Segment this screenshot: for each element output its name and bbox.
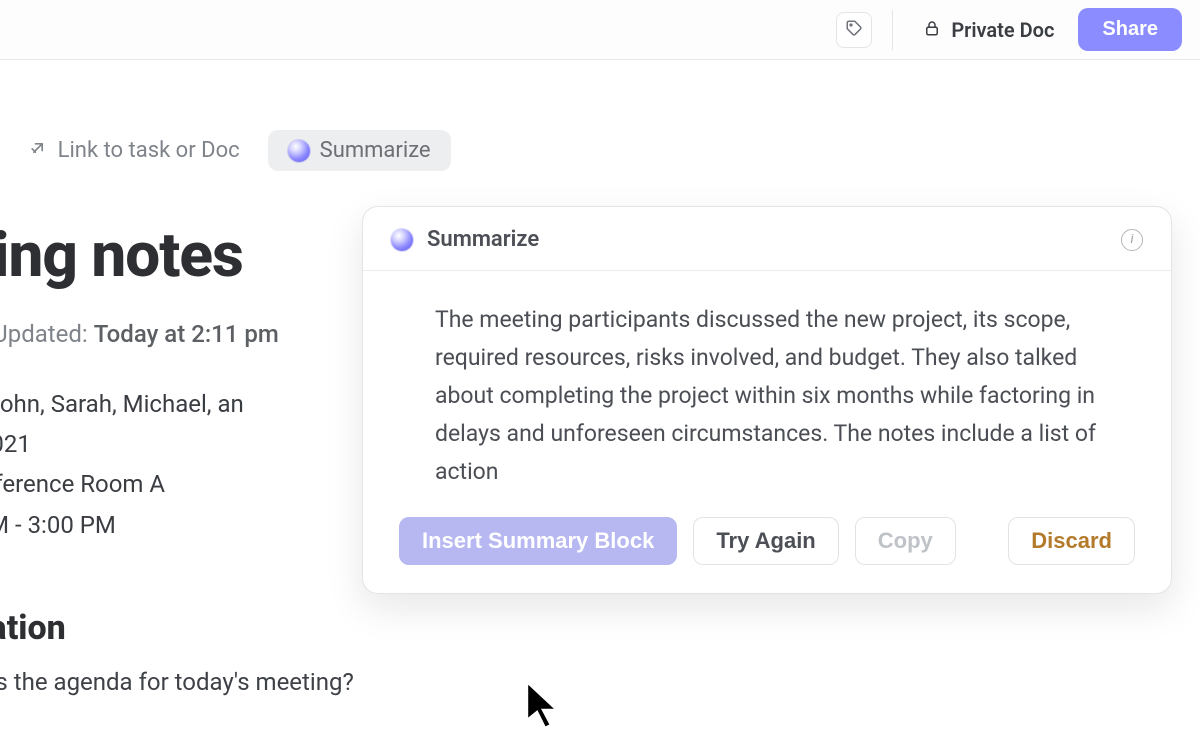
last-updated-prefix: Last Updated: [0, 320, 88, 348]
summarize-popover: Summarize i The meeting participants dis… [362, 206, 1172, 594]
tag-icon [845, 19, 863, 40]
lock-icon [923, 18, 941, 42]
privacy-label: Private Doc [951, 18, 1054, 42]
topbar: Private Doc Share [0, 0, 1200, 60]
conversation-line: what's the agenda for today's meeting? [0, 668, 1200, 696]
popover-actions: Insert Summary Block Try Again Copy Disc… [363, 517, 1171, 593]
popover-body: The meeting participants discussed the n… [363, 271, 1171, 517]
last-updated-value: Today at 2:11 pm [94, 320, 279, 348]
insert-summary-button[interactable]: Insert Summary Block [399, 517, 677, 565]
try-again-label: Try Again [716, 528, 815, 553]
insert-summary-label: Insert Summary Block [422, 528, 654, 553]
ai-orb-icon [391, 229, 413, 251]
info-icon[interactable]: i [1121, 229, 1143, 251]
privacy-indicator[interactable]: Private Doc [913, 12, 1064, 48]
copy-label: Copy [878, 528, 933, 553]
share-button[interactable]: Share [1078, 8, 1182, 51]
link-tool-label: Link to task or Doc [58, 138, 240, 163]
section-heading: ersation [0, 608, 1200, 648]
ai-orb-icon [288, 140, 310, 162]
participants-value: John, Sarah, Michael, an [0, 390, 244, 418]
tag-button[interactable] [836, 12, 872, 48]
popover-header: Summarize i [363, 207, 1171, 271]
divider [892, 10, 893, 50]
share-label: Share [1102, 18, 1158, 40]
discard-button[interactable]: Discard [1008, 517, 1135, 565]
copy-button[interactable]: Copy [855, 517, 956, 565]
discard-label: Discard [1031, 528, 1112, 553]
inline-toolbar: mment Link to task or Doc Summarize [0, 100, 1200, 195]
popover-title: Summarize [427, 227, 539, 252]
summarize-tool-label: Summarize [320, 138, 431, 163]
summarize-tool[interactable]: Summarize [268, 130, 451, 171]
link-arrow-icon [28, 138, 48, 164]
try-again-button[interactable]: Try Again [693, 517, 838, 565]
link-tool[interactable]: Link to task or Doc [28, 138, 240, 164]
